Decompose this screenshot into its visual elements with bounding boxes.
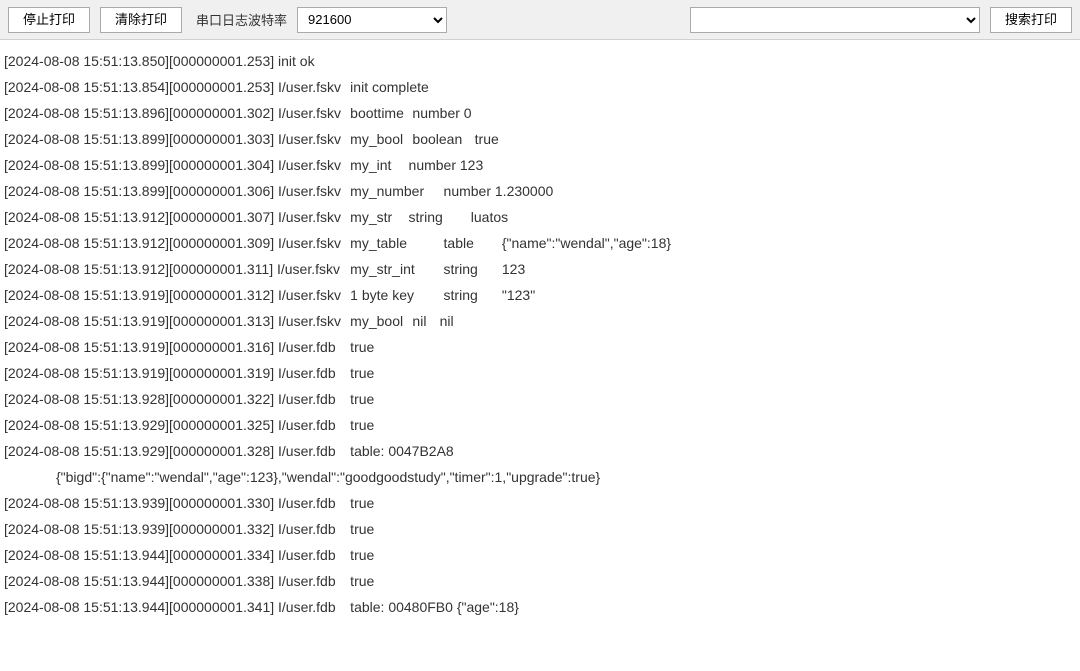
toolbar: 停止打印 清除打印 串口日志波特率 921600 搜索打印 (0, 0, 1080, 40)
stop-print-button[interactable]: 停止打印 (8, 7, 90, 33)
log-line: [2024-08-08 15:51:13.912][000000001.311]… (4, 256, 1076, 282)
log-output[interactable]: [2024-08-08 15:51:13.850][000000001.253]… (0, 40, 1080, 671)
log-line: [2024-08-08 15:51:13.896][000000001.302]… (4, 100, 1076, 126)
log-line: [2024-08-08 15:51:13.944][000000001.341]… (4, 594, 1076, 620)
log-line: [2024-08-08 15:51:13.919][000000001.313]… (4, 308, 1076, 334)
clear-print-button[interactable]: 清除打印 (100, 7, 182, 33)
log-line: [2024-08-08 15:51:13.928][000000001.322]… (4, 386, 1076, 412)
search-select[interactable] (690, 7, 980, 33)
log-line: [2024-08-08 15:51:13.939][000000001.330]… (4, 490, 1076, 516)
search-print-button[interactable]: 搜索打印 (990, 7, 1072, 33)
log-line: [2024-08-08 15:51:13.919][000000001.312]… (4, 282, 1076, 308)
baud-select[interactable]: 921600 (297, 7, 447, 33)
log-line: [2024-08-08 15:51:13.899][000000001.303]… (4, 126, 1076, 152)
log-line: [2024-08-08 15:51:13.912][000000001.307]… (4, 204, 1076, 230)
log-line: [2024-08-08 15:51:13.899][000000001.304]… (4, 152, 1076, 178)
baud-label: 串口日志波特率 (196, 10, 287, 29)
log-line: [2024-08-08 15:51:13.944][000000001.334]… (4, 542, 1076, 568)
log-line: [2024-08-08 15:51:13.919][000000001.319]… (4, 360, 1076, 386)
log-line: [2024-08-08 15:51:13.850][000000001.253]… (4, 48, 1076, 74)
log-line: [2024-08-08 15:51:13.854][000000001.253]… (4, 74, 1076, 100)
log-line: [2024-08-08 15:51:13.939][000000001.332]… (4, 516, 1076, 542)
log-line: [2024-08-08 15:51:13.929][000000001.328]… (4, 438, 1076, 464)
log-line: {"bigd":{"name":"wendal","age":123},"wen… (4, 464, 1076, 490)
log-line: [2024-08-08 15:51:13.912][000000001.309]… (4, 230, 1076, 256)
log-line: [2024-08-08 15:51:13.929][000000001.325]… (4, 412, 1076, 438)
log-line: [2024-08-08 15:51:13.944][000000001.338]… (4, 568, 1076, 594)
log-line: [2024-08-08 15:51:13.919][000000001.316]… (4, 334, 1076, 360)
log-line: [2024-08-08 15:51:13.899][000000001.306]… (4, 178, 1076, 204)
